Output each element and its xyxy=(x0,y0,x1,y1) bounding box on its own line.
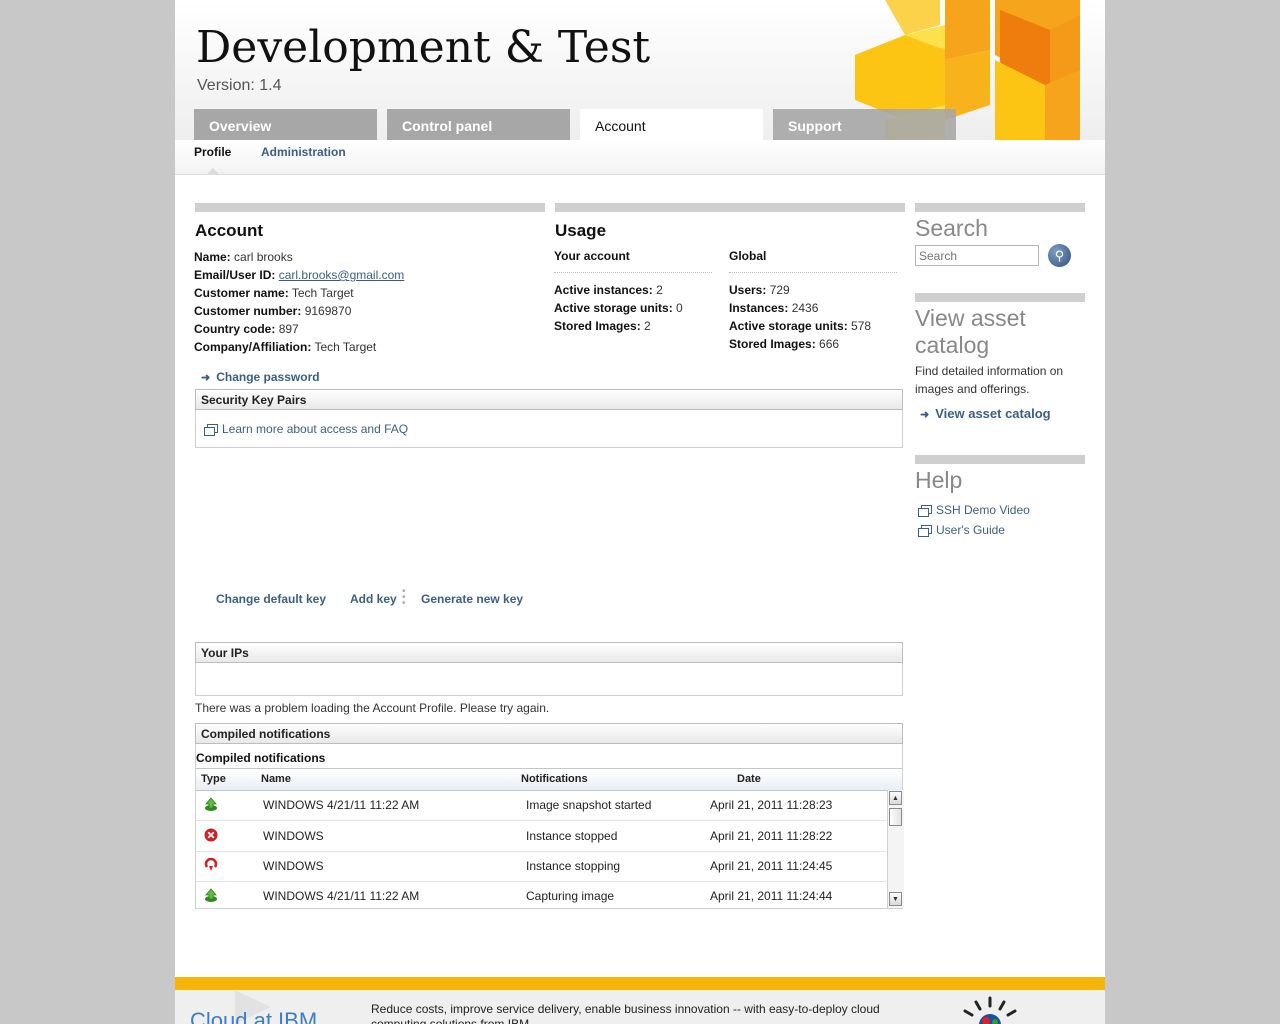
scroll-down-button[interactable]: ▼ xyxy=(889,892,902,906)
account-company: Company/Affiliation: Tech Target xyxy=(194,340,377,354)
scroll-thumb[interactable] xyxy=(889,808,902,826)
error-icon xyxy=(204,828,218,842)
error-message: There was a problem loading the Account … xyxy=(195,701,550,715)
table-row[interactable]: WINDOWS Instance stopped April 21, 2011 … xyxy=(196,821,886,852)
account-country-code: Country code: 897 xyxy=(194,322,299,336)
add-key-link[interactable]: Add key xyxy=(350,592,397,606)
active-indicator xyxy=(207,168,219,174)
up-arrow-icon xyxy=(205,888,217,902)
notifications-header: Compiled notifications xyxy=(195,723,903,744)
usage-stored-images: Stored Images: 2 xyxy=(554,319,651,333)
change-password-link[interactable]: ➜ Change password xyxy=(201,370,320,384)
tab-account[interactable]: Account xyxy=(580,109,763,140)
global-heading: Global xyxy=(729,249,767,263)
tab-overview[interactable]: Overview xyxy=(194,109,377,140)
tab-control-panel[interactable]: Control panel xyxy=(387,109,570,140)
col-notifications[interactable]: Notifications xyxy=(521,773,588,785)
table-row[interactable]: WINDOWS 4/21/11 11:22 AM Capturing image… xyxy=(196,881,886,911)
global-instances: Instances: 2436 xyxy=(729,301,819,315)
help-divider xyxy=(915,455,1085,464)
your-ips-header: Your IPs xyxy=(195,642,903,663)
account-email: Email/User ID: carl.brooks@gmail.com xyxy=(194,268,405,282)
arrow-right-icon: ➜ xyxy=(920,409,930,421)
search-icon: ⚲ xyxy=(1054,248,1065,263)
ssh-demo-video-link[interactable]: SSH Demo Video xyxy=(918,503,1030,518)
search-divider xyxy=(915,203,1085,212)
up-arrow-icon xyxy=(205,797,217,811)
subnav-profile[interactable]: Profile xyxy=(194,145,231,159)
subnav-administration[interactable]: Administration xyxy=(261,145,346,159)
separator-dots: • • • xyxy=(402,586,406,609)
account-customer-number: Customer number: 9169870 xyxy=(194,304,352,318)
external-window-icon xyxy=(918,525,932,538)
search-input[interactable] xyxy=(915,245,1039,266)
global-users: Users: 729 xyxy=(729,283,790,297)
notifications-subheading: Compiled notifications xyxy=(196,751,326,765)
usage-active-storage: Active storage units: 0 xyxy=(554,301,683,315)
smarter-planet-icon xyxy=(963,996,1017,1024)
catalog-divider xyxy=(915,293,1085,302)
email-link[interactable]: carl.brooks@gmail.com xyxy=(279,268,405,282)
external-window-icon xyxy=(204,424,218,437)
search-button[interactable]: ⚲ xyxy=(1048,244,1071,267)
global-rule xyxy=(729,272,897,273)
generate-new-key-link[interactable]: Generate new key xyxy=(421,592,523,606)
catalog-heading: View asset catalog xyxy=(915,305,1026,358)
account-divider xyxy=(195,203,545,212)
your-account-rule xyxy=(554,272,712,273)
col-name[interactable]: Name xyxy=(261,773,291,785)
external-window-icon xyxy=(918,505,932,518)
table-row[interactable]: WINDOWS Instance stopping April 21, 2011… xyxy=(196,851,886,882)
users-guide-link[interactable]: User's Guide xyxy=(918,523,1005,538)
footer: Cloud at IBM Reduce costs, improve servi… xyxy=(175,990,1105,1024)
your-ips-panel xyxy=(195,663,903,696)
table-row[interactable]: WINDOWS 4/21/11 11:22 AM Image snapshot … xyxy=(196,790,886,821)
catalog-description: Find detailed information on images and … xyxy=(915,364,1064,396)
view-catalog-link[interactable]: ➜ View asset catalog xyxy=(920,406,1051,421)
security-keys-header: Security Key Pairs xyxy=(195,389,903,410)
table-scrollbar[interactable]: ▲ ▼ xyxy=(887,790,904,908)
account-heading: Account xyxy=(195,221,263,240)
usage-divider xyxy=(555,203,905,212)
footer-brand[interactable]: Cloud at IBM xyxy=(190,1008,317,1024)
search-heading: Search xyxy=(915,215,988,241)
header: Development & Test Version: 1.4 Overview… xyxy=(175,0,1105,140)
global-active-storage: Active storage units: 578 xyxy=(729,319,872,333)
security-keys-panel: Learn more about access and FAQ xyxy=(195,410,903,448)
learn-more-link[interactable]: Learn more about access and FAQ xyxy=(204,422,408,437)
footer-accent-bar xyxy=(175,977,1105,990)
your-account-heading: Your account xyxy=(554,249,630,263)
change-default-key-link[interactable]: Change default key xyxy=(216,592,326,606)
usage-heading: Usage xyxy=(555,221,607,240)
version-label: Version: 1.4 xyxy=(197,77,282,94)
sub-navigation: Profile Administration xyxy=(175,140,1105,175)
col-date[interactable]: Date xyxy=(737,773,761,785)
help-heading: Help xyxy=(915,467,963,493)
footer-tagline: Reduce costs, improve service delivery, … xyxy=(371,1002,880,1024)
arrow-right-icon: ➜ xyxy=(201,372,211,384)
global-stored-images: Stored Images: 666 xyxy=(729,337,840,351)
usage-active-instances: Active instances: 2 xyxy=(554,283,663,297)
app-title: Development & Test xyxy=(196,22,651,73)
account-customer-name: Customer name: Tech Target xyxy=(194,286,354,300)
stopping-icon xyxy=(204,858,218,871)
scroll-up-button[interactable]: ▲ xyxy=(889,791,902,805)
col-type[interactable]: Type xyxy=(201,773,226,785)
page: Development & Test Version: 1.4 Overview… xyxy=(175,0,1105,1024)
notifications-table-header: Type Name Notifications Date xyxy=(196,768,902,791)
tab-support[interactable]: Support xyxy=(773,109,956,140)
account-name: Name: carl brooks xyxy=(194,250,293,264)
